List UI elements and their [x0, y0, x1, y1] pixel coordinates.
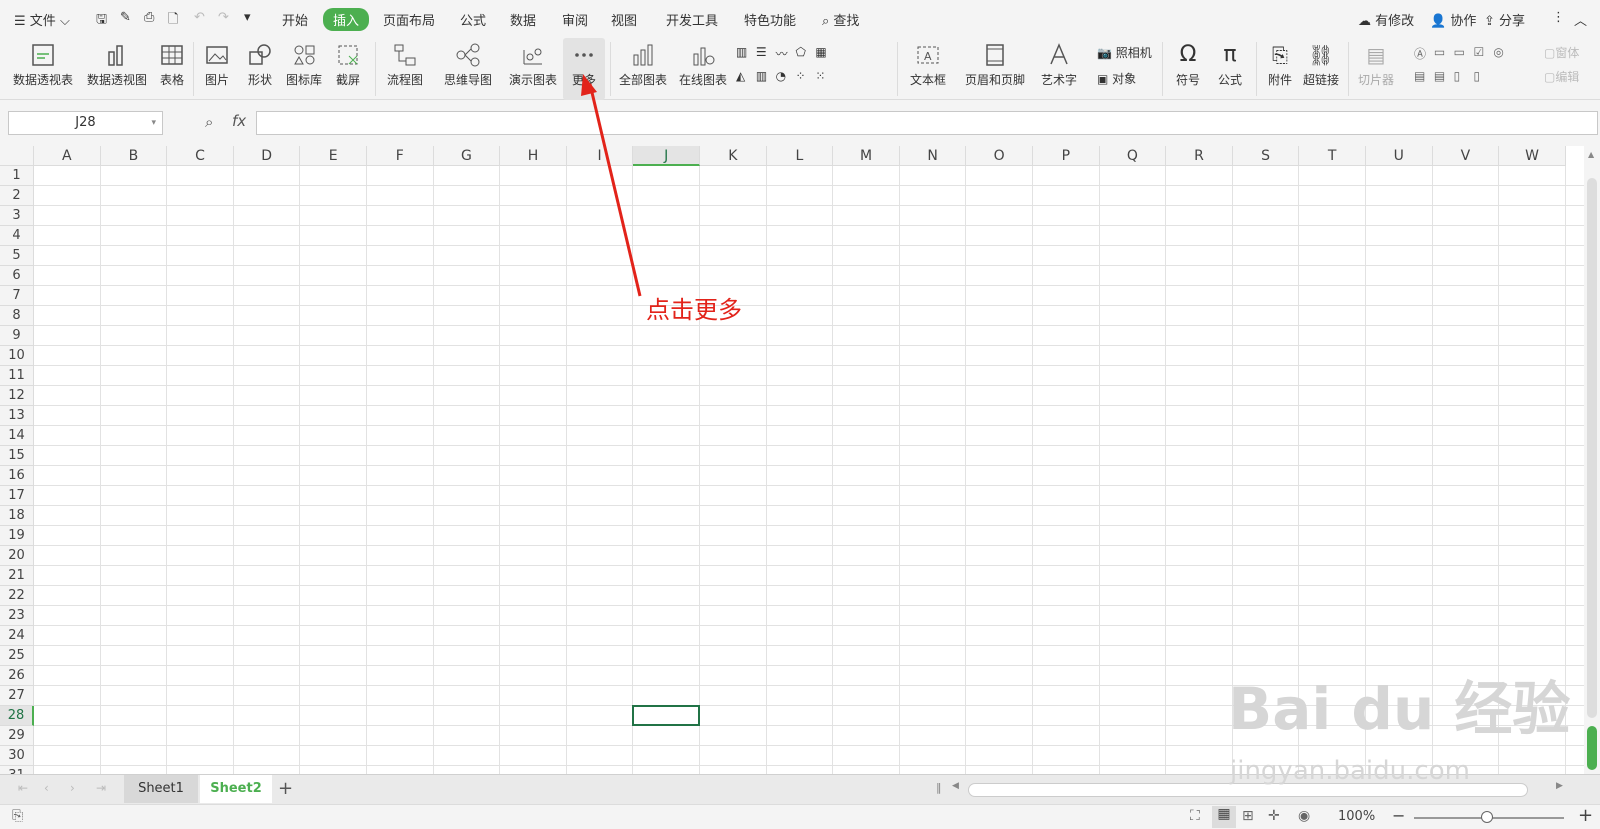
watermark-url: jingyan.baidu.com [1230, 756, 1470, 786]
annotation-text: 点击更多 [646, 296, 742, 324]
watermark-logo: Bai du 经验 [1228, 675, 1571, 743]
